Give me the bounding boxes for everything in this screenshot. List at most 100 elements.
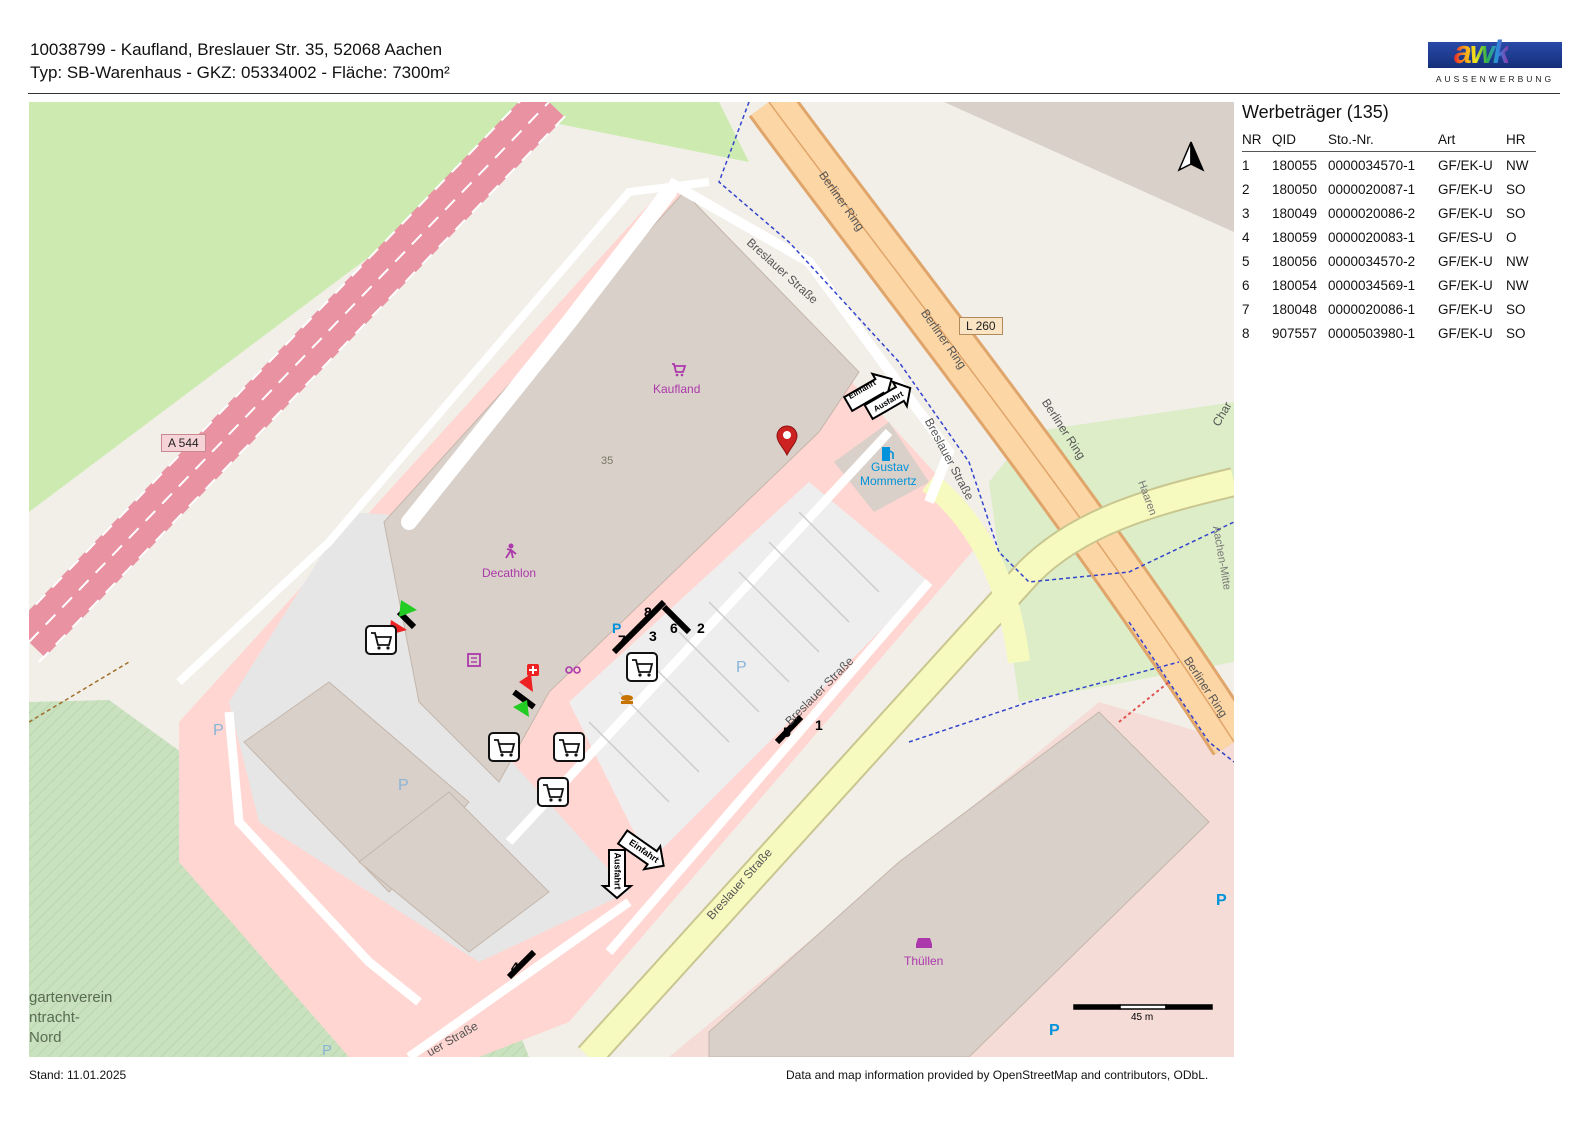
ad-carrier-table: NR QID Sto.-Nr. Art HR 1 180055 0000034570… — [1242, 129, 1536, 344]
shopping-cart-icon — [488, 732, 520, 762]
label-thuellen: Thüllen — [904, 954, 944, 968]
table-row[interactable]: 5 180056 0000034570-2 GF/EK-U NW — [1242, 248, 1536, 272]
shopping-cart-icon — [553, 732, 585, 762]
column-header-art: Art — [1438, 129, 1506, 152]
label-decathlon: Decathlon — [482, 566, 537, 580]
panel-title: Werbeträger (135) — [1242, 102, 1389, 122]
column-header-nr: NR — [1242, 129, 1272, 152]
label-allotment-1: gartenverein — [29, 989, 113, 1006]
car-dealer-icon — [916, 938, 932, 948]
cell-qid: 180055 — [1272, 158, 1318, 173]
pharmacy-icon — [527, 664, 539, 676]
shopping-cart-icon — [626, 652, 658, 682]
ad-marker-5[interactable]: 5 — [783, 724, 791, 740]
cell-nr: 4 — [1242, 230, 1250, 245]
cell-sto-nr: 0000034570-2 — [1328, 254, 1416, 269]
company-logo: awk AUSSENWERBUNG — [1428, 30, 1562, 86]
parking-label: P — [398, 777, 409, 794]
label-mommertz: Mommertz — [860, 474, 917, 488]
cell-nr: 8 — [1242, 326, 1250, 341]
cell-nr: 7 — [1242, 302, 1250, 317]
parking-label: P — [736, 659, 747, 676]
ausfahrt-label: Ausfahrt — [612, 852, 623, 890]
cell-sto-nr: 0000020087-1 — [1328, 182, 1416, 197]
ad-marker-1[interactable]: 1 — [815, 717, 823, 733]
table-row[interactable]: 8 907557 0000503980-1 GF/EK-U SO — [1242, 320, 1536, 344]
cell-qid: 180048 — [1272, 302, 1318, 317]
column-header-hr: HR — [1506, 129, 1536, 152]
parking-label: P — [1049, 1022, 1060, 1039]
cell-hr: SO — [1506, 326, 1526, 341]
ad-marker-6[interactable]: 6 — [670, 620, 678, 636]
fastfood-icon — [621, 695, 633, 704]
shopping-cart-icon — [537, 777, 569, 807]
cell-nr: 6 — [1242, 278, 1250, 293]
column-header-qid: QID — [1272, 129, 1328, 152]
cell-hr: NW — [1506, 254, 1529, 269]
cell-sto-nr: 0000503980-1 — [1328, 326, 1416, 341]
label-kaufland: Kaufland — [653, 382, 701, 396]
cell-hr: SO — [1506, 206, 1526, 221]
table-row[interactable]: 6 180054 0000034569-1 GF/EK-U NW — [1242, 272, 1536, 296]
cell-sto-nr: 0000020083-1 — [1328, 230, 1416, 245]
cell-nr: 1 — [1242, 158, 1250, 173]
page-subtitle: Typ: SB-Warenhaus - GKZ: 05334002 - Fläc… — [30, 63, 450, 82]
cell-sto-nr: 0000034569-1 — [1328, 278, 1416, 293]
cell-nr: 5 — [1242, 254, 1250, 269]
cell-art: GF/EK-U — [1438, 182, 1493, 197]
parking-label: P — [1216, 892, 1227, 909]
cell-hr: NW — [1506, 158, 1529, 173]
label-a544: A 544 — [161, 434, 206, 452]
table-row[interactable]: 4 180059 0000020083-1 GF/ES-U O — [1242, 224, 1536, 248]
label-house-number: 35 — [601, 455, 614, 467]
table-row[interactable]: 7 180048 0000020086-1 GF/EK-U SO — [1242, 296, 1536, 320]
ad-marker-4[interactable]: 4 — [511, 959, 519, 975]
map-attribution: Data and map information provided by Ope… — [786, 1068, 1209, 1082]
table-row[interactable]: 1 180055 0000034570-1 GF/EK-U NW — [1242, 152, 1536, 177]
column-header-sto-nr: Sto.-Nr. — [1328, 129, 1438, 152]
shopping-cart-icon — [365, 625, 397, 655]
parking-label: P — [322, 1042, 333, 1057]
map-view[interactable]: A 544 L 260 Berliner Ring Berliner Ring … — [29, 102, 1234, 1057]
cell-art: GF/EK-U — [1438, 278, 1493, 293]
table-row[interactable]: 3 180049 0000020086-2 GF/EK-U SO — [1242, 200, 1536, 224]
cell-qid: 907557 — [1272, 326, 1318, 341]
map-canvas[interactable] — [29, 102, 1234, 1057]
cell-art: GF/EK-U — [1438, 158, 1493, 173]
cell-sto-nr: 0000020086-2 — [1328, 206, 1416, 221]
cell-sto-nr: 0000020086-1 — [1328, 302, 1416, 317]
scale-label: 45 m — [1131, 1012, 1154, 1023]
cell-qid: 180050 — [1272, 182, 1318, 197]
scale-bar — [1073, 1004, 1213, 1010]
stand-date: Stand: 11.01.2025 — [29, 1068, 127, 1082]
cell-nr: 3 — [1242, 206, 1250, 221]
cell-art: GF/ES-U — [1438, 230, 1493, 245]
cell-hr: O — [1506, 230, 1517, 245]
cell-art: GF/EK-U — [1438, 254, 1493, 269]
ad-marker-3[interactable]: 3 — [649, 628, 657, 644]
label-allotment-3: Nord — [29, 1029, 62, 1046]
table-row[interactable]: 2 180050 0000020087-1 GF/EK-U SO — [1242, 176, 1536, 200]
cell-art: GF/EK-U — [1438, 302, 1493, 317]
cell-qid: 180056 — [1272, 254, 1318, 269]
label-allotment-2: ntracht- — [29, 1009, 80, 1026]
cell-qid: 180049 — [1272, 206, 1318, 221]
cell-sto-nr: 0000034570-1 — [1328, 158, 1416, 173]
label-l260: L 260 — [959, 317, 1003, 335]
cell-art: GF/EK-U — [1438, 206, 1493, 221]
cell-qid: 180059 — [1272, 230, 1318, 245]
page-title: 10038799 - Kaufland, Breslauer Str. 35, … — [30, 40, 443, 59]
ad-marker-2[interactable]: 2 — [697, 620, 705, 636]
cell-qid: 180054 — [1272, 278, 1318, 293]
ad-carrier-panel: Werbeträger (135) NR QID Sto.-Nr. Art HR… — [1242, 102, 1536, 344]
ad-marker-7[interactable]: 7 — [618, 632, 626, 648]
ad-marker-8[interactable]: 8 — [644, 604, 652, 620]
header-divider — [28, 93, 1560, 94]
logo-subtitle: AUSSENWERBUNG — [1435, 74, 1555, 84]
cell-nr: 2 — [1242, 182, 1250, 197]
logo-text: awk — [1454, 34, 1511, 70]
cell-art: GF/EK-U — [1438, 326, 1493, 341]
label-gustav: Gustav — [871, 460, 910, 474]
cell-hr: SO — [1506, 302, 1526, 317]
cell-hr: SO — [1506, 182, 1526, 197]
